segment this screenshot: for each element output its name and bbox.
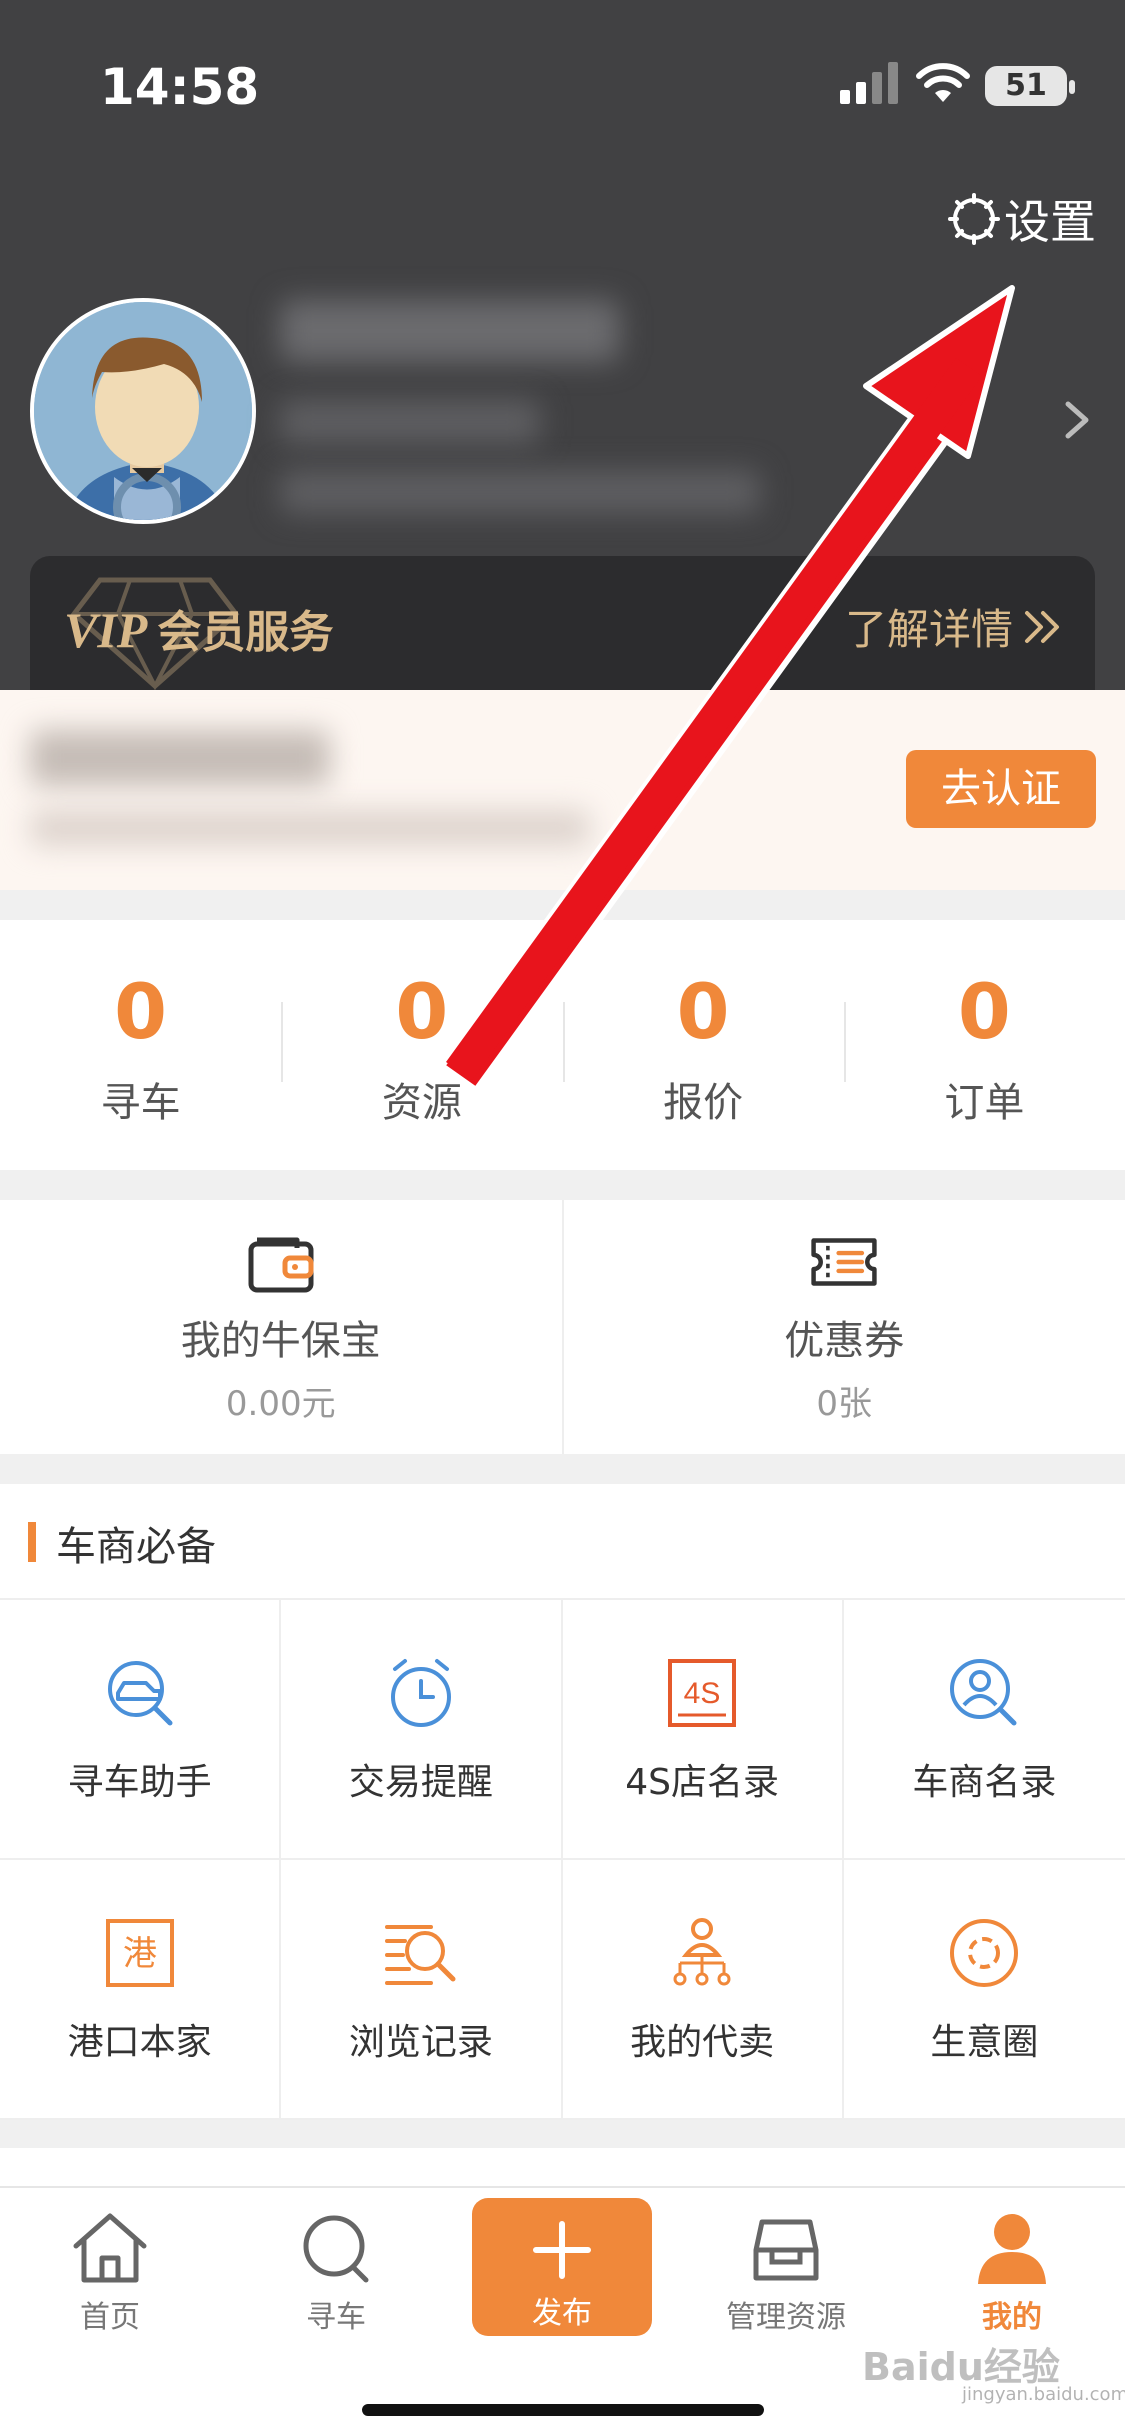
car-search-icon (107, 1661, 173, 1726)
car-manage-icon (753, 2219, 819, 2281)
4s-store-icon: 4S (668, 1659, 737, 1727)
tab-home[interactable]: 首页 (20, 2210, 200, 2336)
tab-label: 首页 (80, 2300, 140, 2335)
blurred-cert-title (30, 730, 330, 786)
stat-label: 订单 (944, 1080, 1025, 1126)
wallet-coupons[interactable]: 优惠券 0张 (561, 1200, 1125, 1454)
stat-value: 0 (676, 967, 730, 1056)
wallet-niubaobao[interactable]: 我的牛保宝 0.00元 (0, 1200, 562, 1454)
tool-label: 港口本家 (67, 2022, 212, 2063)
cellular-signal-icon (840, 62, 898, 104)
vip-service-banner[interactable]: VIP 会员服务 了解详情 (30, 556, 1095, 690)
vip-title-text: 会员服务 (157, 607, 334, 658)
wallet-label: 我的牛保宝 (180, 1317, 381, 1364)
home-icon (73, 2213, 147, 2283)
tool-label: 4S店名录 (625, 1762, 779, 1803)
wallet-label: 优惠券 (784, 1317, 905, 1364)
stat-orders[interactable]: 0 订单 (843, 962, 1125, 1128)
home-indicator (362, 2404, 764, 2416)
stats-row: 0 寻车 0 资源 0 报价 0 订单 (0, 920, 1125, 1170)
driver-avatar-icon (34, 302, 252, 520)
blurred-user-info (280, 470, 760, 514)
svg-text:4S: 4S (684, 1677, 721, 1710)
double-chevron-right-icon (1025, 610, 1059, 643)
blurred-cert-desc (30, 810, 590, 846)
tool-label: 生意圈 (930, 2022, 1039, 2063)
chevron-right-icon[interactable] (1060, 398, 1094, 442)
tab-label: 寻车 (306, 2300, 366, 2335)
tool-port-home[interactable]: 港 港口本家 (0, 1860, 282, 2120)
profile-icon (978, 2214, 1046, 2284)
status-time: 14:58 (100, 58, 260, 116)
battery-icon: 51 (985, 66, 1075, 106)
stat-resources[interactable]: 0 资源 (281, 962, 562, 1128)
tool-label: 浏览记录 (348, 2022, 493, 2063)
tool-car-finder[interactable]: 寻车助手 (0, 1600, 282, 1860)
tab-label: 我的 (982, 2300, 1042, 2335)
consignment-icon (673, 1918, 731, 1986)
blurred-user-info (280, 400, 540, 444)
alarm-clock-icon (390, 1659, 451, 1727)
tab-label: 发布 (532, 2296, 592, 2331)
stat-value: 0 (957, 967, 1011, 1056)
section-title: 车商必备 (28, 1514, 216, 1572)
settings-label: 设置 (1004, 195, 1096, 249)
tool-label: 寻车助手 (67, 1762, 212, 1803)
tool-label: 车商名录 (912, 1762, 1057, 1803)
stat-find-car[interactable]: 0 寻车 (0, 962, 281, 1128)
profile-header: 14:58 51 设置 VIP 会员服务 了解详情 (0, 0, 1125, 690)
tab-find-car[interactable]: 寻车 (246, 2210, 426, 2336)
certification-banner: 去认证 (0, 690, 1125, 890)
watermark-url: jingyan.baidu.com (962, 2384, 1125, 2405)
stat-label: 寻车 (100, 1080, 181, 1126)
bottom-tab-bar: 首页 寻车 发布 管理资源 我的 (0, 2186, 1125, 2436)
wallet-icon (248, 1237, 314, 1292)
tool-4s-directory[interactable]: 4S 4S店名录 (562, 1600, 844, 1860)
stat-label: 资源 (381, 1080, 462, 1126)
tool-browse-history[interactable]: 浏览记录 (281, 1860, 563, 2120)
vip-details-link[interactable]: 了解详情 (845, 596, 1065, 657)
next-section-peek (0, 2148, 1125, 2188)
stat-label: 报价 (663, 1080, 744, 1126)
stat-value: 0 (114, 967, 168, 1056)
avatar[interactable] (30, 298, 256, 524)
settings-icon (948, 193, 1000, 245)
tool-dealer-directory[interactable]: 车商名录 (843, 1600, 1125, 1860)
tool-label: 交易提醒 (348, 1762, 493, 1803)
tool-label: 我的代卖 (630, 2022, 775, 2063)
search-icon (303, 2215, 369, 2283)
tool-business-circle[interactable]: 生意圈 (843, 1860, 1125, 2120)
tab-manage-resources[interactable]: 管理资源 (696, 2210, 876, 2336)
history-icon (384, 1925, 456, 1985)
vip-title: VIP 会员服务 (64, 596, 333, 660)
stat-value: 0 (395, 967, 449, 1056)
vip-details-label: 了解详情 (844, 605, 1013, 654)
tab-mine[interactable]: 我的 (922, 2210, 1102, 2336)
dealer-search-icon (950, 1659, 1017, 1726)
watermark: Baidu经验 (862, 2345, 1060, 2389)
publish-button[interactable]: 发布 (472, 2198, 652, 2336)
tools-grid: 寻车助手 交易提醒 4S 4S店名录 车商名录 港 港口本家 浏览记录 我的代卖… (0, 1598, 1125, 2120)
business-circle-icon (950, 1919, 1019, 1987)
tab-label: 管理资源 (726, 2300, 846, 2335)
vip-mark: VIP (64, 602, 148, 658)
certify-button[interactable]: 去认证 (906, 750, 1096, 828)
wallet-row: 我的牛保宝 0.00元 优惠券 0张 (0, 1200, 1125, 1454)
dealer-essentials-section: 车商必备 寻车助手 交易提醒 4S 4S店名录 车商名录 港 港口本家 浏览记录… (0, 1484, 1125, 2120)
blurred-username (280, 300, 620, 362)
port-icon: 港 (105, 1919, 174, 1987)
stat-quotes[interactable]: 0 报价 (562, 962, 844, 1128)
wallet-balance: 0.00元 (225, 1383, 336, 1424)
coupon-count: 0张 (816, 1383, 873, 1424)
tool-trade-reminder[interactable]: 交易提醒 (281, 1600, 563, 1860)
settings-button[interactable]: 设置 (948, 186, 1096, 252)
tool-my-consignment[interactable]: 我的代卖 (562, 1860, 844, 2120)
coupon-icon (811, 1237, 877, 1286)
wifi-icon (916, 63, 970, 102)
svg-text:港: 港 (123, 1934, 157, 1974)
plus-icon (533, 2221, 591, 2279)
